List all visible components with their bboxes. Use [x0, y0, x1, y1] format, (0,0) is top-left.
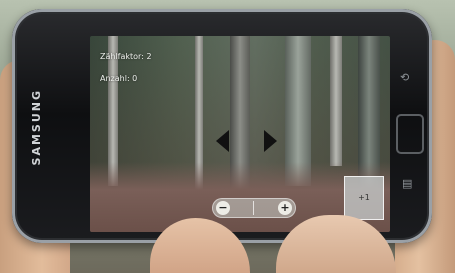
counter-factor-label: Zählfaktor: 2 — [100, 52, 152, 61]
zoom-in-button[interactable]: + — [278, 201, 292, 215]
smartphone: SAMSUNG Zählfaktor: 2 Anzahl: 0 − + +1 ⟲… — [12, 9, 432, 243]
app-screen: Zählfaktor: 2 Anzahl: 0 − + +1 — [90, 36, 390, 232]
arrow-right-icon[interactable] — [264, 130, 277, 152]
zoom-out-button[interactable]: − — [216, 201, 230, 215]
arrow-left-icon[interactable] — [216, 130, 229, 152]
home-button[interactable] — [396, 114, 424, 154]
zoom-divider — [253, 201, 254, 215]
zoom-control: − + — [212, 198, 296, 218]
count-label: Anzahl: 0 — [100, 74, 138, 83]
tree-trunk — [330, 36, 342, 166]
menu-icon[interactable]: ▤ — [402, 177, 412, 190]
back-arrow-icon[interactable]: ⟲ — [400, 71, 409, 84]
plus-one-button[interactable]: +1 — [344, 176, 384, 220]
